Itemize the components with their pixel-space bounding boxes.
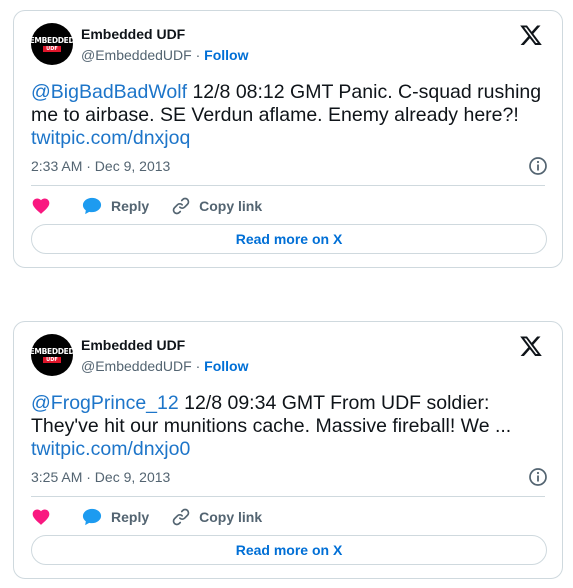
reply-label: Reply — [111, 198, 150, 214]
read-more-button[interactable]: Read more on X — [31, 535, 547, 565]
avatar-subtext: UDF — [43, 356, 61, 363]
tweet-text: @FrogPrince_12 12/8 09:34 GMT From UDF s… — [31, 392, 551, 461]
info-icon[interactable] — [528, 467, 548, 487]
mention-link[interactable]: @FrogPrince_12 — [31, 392, 179, 414]
copy-link-label: Copy link — [199, 198, 263, 214]
handle-row: @EmbeddedUDF · Follow — [81, 358, 248, 374]
avatar-text: EMBEDDED — [31, 35, 73, 45]
x-logo-icon[interactable] — [519, 23, 543, 47]
author-handle[interactable]: @EmbeddedUDF — [81, 358, 192, 374]
author-name[interactable]: Embedded UDF — [81, 26, 185, 42]
author-name[interactable]: Embedded UDF — [81, 337, 185, 353]
divider — [31, 185, 545, 186]
read-more-button[interactable]: Read more on X — [31, 224, 547, 254]
timestamp[interactable]: 2:33 AM · Dec 9, 2013 — [31, 158, 170, 174]
reply-button[interactable]: Reply — [81, 507, 149, 527]
avatar[interactable]: EMBEDDED UDF — [31, 334, 73, 376]
avatar-text: EMBEDDED — [31, 346, 73, 356]
tweet-card: EMBEDDED UDF Embedded UDF @EmbeddedUDF ·… — [13, 10, 563, 268]
avatar[interactable]: EMBEDDED UDF — [31, 23, 73, 65]
copy-link-button[interactable]: Copy link — [171, 507, 262, 527]
reply-label: Reply — [111, 509, 150, 525]
info-icon[interactable] — [528, 156, 548, 176]
x-logo-icon[interactable] — [519, 334, 543, 358]
tweet-text: @BigBadBadWolf 12/8 08:12 GMT Panic. C-s… — [31, 81, 551, 150]
like-button[interactable] — [31, 507, 59, 527]
media-link[interactable]: twitpic.com/dnxjoq — [31, 127, 190, 149]
tweet-header: EMBEDDED UDF Embedded UDF @EmbeddedUDF ·… — [31, 334, 543, 378]
avatar-subtext: UDF — [43, 45, 61, 52]
action-bar: Reply Copy link — [31, 194, 284, 218]
separator-dot: · — [195, 358, 205, 374]
copy-link-button[interactable]: Copy link — [171, 196, 262, 216]
heart-icon — [32, 509, 50, 525]
follow-button[interactable]: Follow — [204, 47, 248, 63]
link-icon — [172, 508, 190, 526]
media-link[interactable]: twitpic.com/dnxjo0 — [31, 438, 190, 460]
heart-icon — [32, 198, 50, 214]
like-button[interactable] — [31, 196, 59, 216]
tweet-header: EMBEDDED UDF Embedded UDF @EmbeddedUDF ·… — [31, 23, 543, 67]
action-bar: Reply Copy link — [31, 505, 284, 529]
author-handle[interactable]: @EmbeddedUDF — [81, 47, 192, 63]
separator-dot: · — [195, 47, 205, 63]
follow-button[interactable]: Follow — [204, 358, 248, 374]
copy-link-label: Copy link — [199, 509, 263, 525]
reply-bubble-icon — [82, 197, 102, 215]
tweet-card: EMBEDDED UDF Embedded UDF @EmbeddedUDF ·… — [13, 321, 563, 579]
timestamp[interactable]: 3:25 AM · Dec 9, 2013 — [31, 469, 170, 485]
divider — [31, 496, 545, 497]
mention-link[interactable]: @BigBadBadWolf — [31, 81, 187, 103]
link-icon — [172, 197, 190, 215]
reply-bubble-icon — [82, 508, 102, 526]
handle-row: @EmbeddedUDF · Follow — [81, 47, 248, 63]
reply-button[interactable]: Reply — [81, 196, 149, 216]
